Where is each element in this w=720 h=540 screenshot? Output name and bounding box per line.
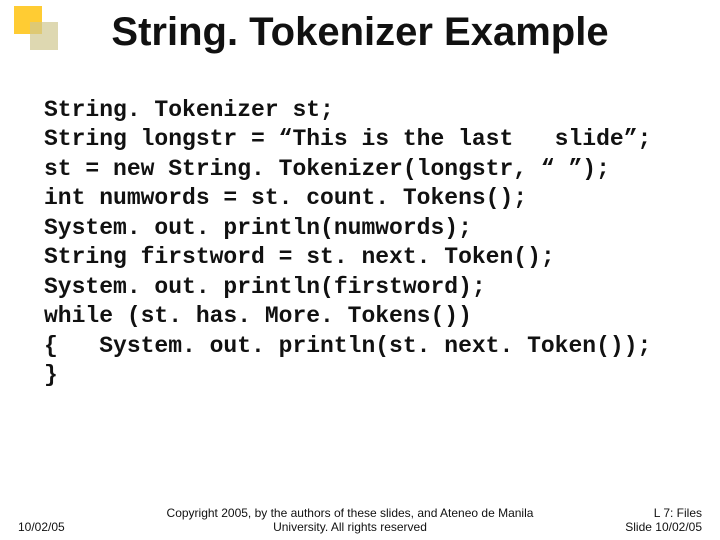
footer-date: 10/02/05 bbox=[0, 520, 138, 534]
footer-slide-info: L 7: Files Slide 10/02/05 bbox=[562, 506, 720, 534]
footer: 10/02/05 Copyright 2005, by the authors … bbox=[0, 506, 720, 534]
footer-copyright: Copyright 2005, by the authors of these … bbox=[138, 506, 562, 534]
footer-topic: L 7: Files bbox=[562, 506, 702, 520]
slide-title: String. Tokenizer Example bbox=[0, 10, 720, 55]
footer-slide-number: Slide 10/02/05 bbox=[562, 520, 702, 534]
code-block: String. Tokenizer st; String longstr = “… bbox=[44, 96, 690, 390]
